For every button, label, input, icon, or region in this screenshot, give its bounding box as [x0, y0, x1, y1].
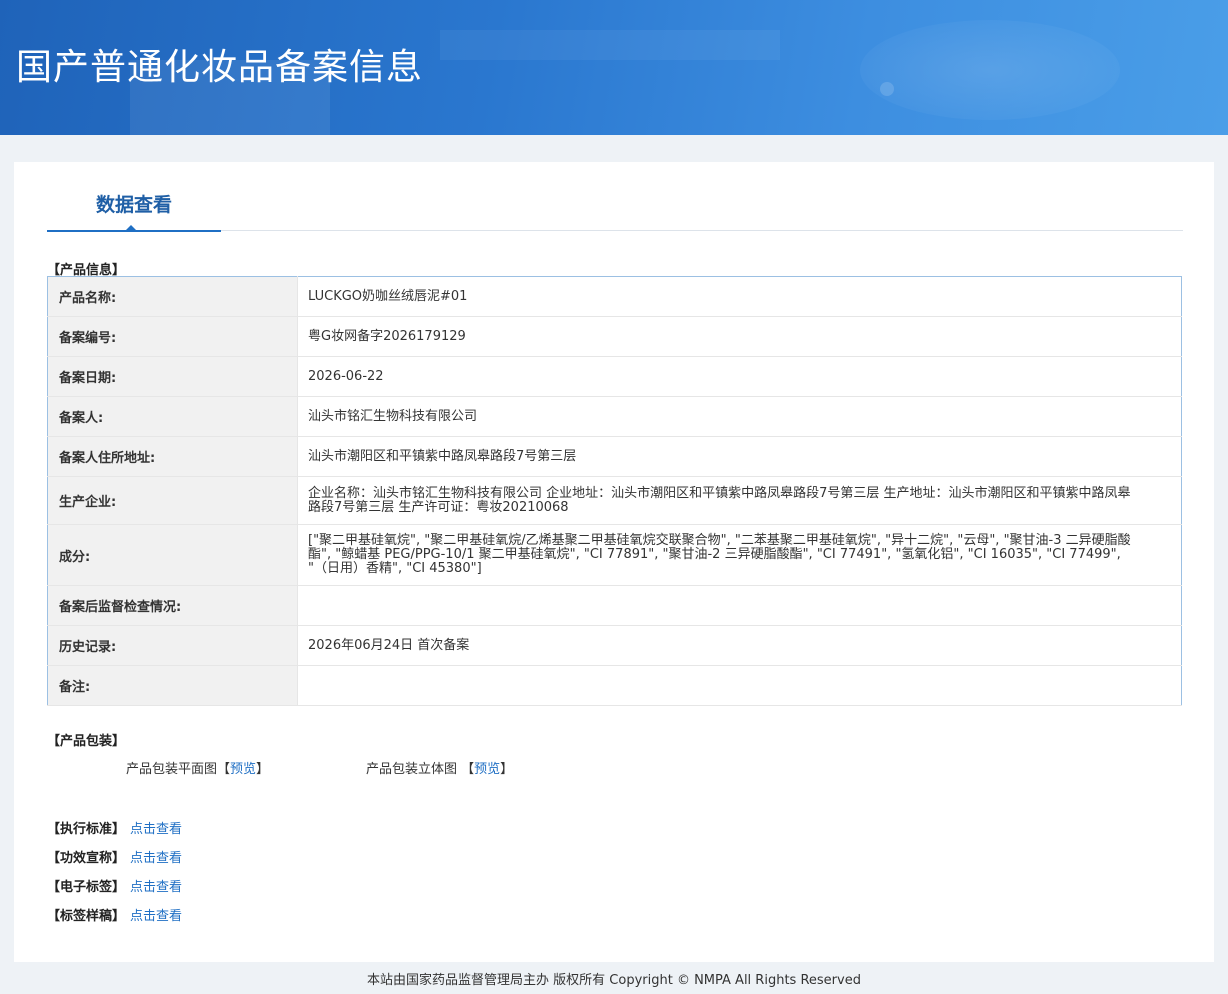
e-label-item: 【电子标签】 点击查看 — [47, 876, 182, 895]
row-value — [297, 665, 1182, 706]
packaging-heading: 【产品包装】 — [47, 734, 126, 749]
standard-label: 【执行标准】 — [47, 822, 126, 837]
efficacy-view-link[interactable]: 点击查看 — [130, 851, 182, 866]
package-solid-item: 产品包装立体图 【预览】 — [366, 758, 513, 777]
package-flat-preview-link[interactable]: 预览 — [230, 762, 256, 777]
tab-active-indicator — [124, 225, 138, 232]
row-key: 成分: — [47, 524, 298, 586]
label-draft-label: 【标签样稿】 — [47, 909, 126, 924]
row-key: 备案人: — [47, 396, 298, 437]
efficacy-item: 【功效宣称】 点击查看 — [47, 847, 182, 866]
row-value: 2026-06-22 — [297, 356, 1182, 397]
row-value — [297, 585, 1182, 626]
bracket-open: 【 — [461, 762, 475, 777]
table-row: 产品名称: LUCKGO奶咖丝绒唇泥#01 — [47, 276, 1182, 317]
main-panel: 数据查看 【产品信息】 产品名称: LUCKGO奶咖丝绒唇泥#01 备案编号: … — [14, 162, 1214, 962]
row-value: 企业名称：汕头市铭汇生物科技有限公司 企业地址：汕头市潮阳区和平镇紫中路凤皋路段… — [297, 476, 1182, 525]
row-key: 备案日期: — [47, 356, 298, 397]
header-decoration — [860, 20, 1120, 120]
table-row: 备案人住所地址: 汕头市潮阳区和平镇紫中路凤皋路段7号第三层 — [47, 436, 1182, 477]
row-key: 备案编号: — [47, 316, 298, 357]
row-key: 备案人住所地址: — [47, 436, 298, 477]
row-value: ["聚二甲基硅氧烷", "聚二甲基硅氧烷/乙烯基聚二甲基硅氧烷交联聚合物", "… — [297, 524, 1182, 586]
tab-divider — [221, 230, 1183, 231]
header-decoration — [880, 82, 894, 96]
bracket-open: 【 — [217, 762, 231, 777]
row-value: 2026年06月24日 首次备案 — [297, 625, 1182, 666]
row-key: 生产企业: — [47, 476, 298, 525]
package-flat-label: 产品包装平面图 — [126, 762, 218, 777]
e-label-view-link[interactable]: 点击查看 — [130, 880, 182, 895]
row-key: 历史记录: — [47, 625, 298, 666]
table-row: 备案人: 汕头市铭汇生物科技有限公司 — [47, 396, 1182, 437]
package-solid-label: 产品包装立体图 — [366, 762, 462, 777]
row-key: 备注: — [47, 665, 298, 706]
header-decoration — [440, 30, 780, 60]
e-label-label: 【电子标签】 — [47, 880, 126, 895]
row-value: 粤G妆网备字2026179129 — [297, 316, 1182, 357]
product-info-table: 产品名称: LUCKGO奶咖丝绒唇泥#01 备案编号: 粤G妆网备字202617… — [47, 276, 1182, 706]
row-value: 汕头市铭汇生物科技有限公司 — [297, 396, 1182, 437]
tab-data-view[interactable]: 数据查看 — [47, 180, 221, 232]
table-row: 备案编号: 粤G妆网备字2026179129 — [47, 316, 1182, 357]
table-row: 成分: ["聚二甲基硅氧烷", "聚二甲基硅氧烷/乙烯基聚二甲基硅氧烷交联聚合物… — [47, 524, 1182, 586]
row-value: 汕头市潮阳区和平镇紫中路凤皋路段7号第三层 — [297, 436, 1182, 477]
table-row: 生产企业: 企业名称：汕头市铭汇生物科技有限公司 企业地址：汕头市潮阳区和平镇紫… — [47, 476, 1182, 525]
footer-copyright: 本站由国家药品监督管理局主办 版权所有 Copyright © NMPA All… — [367, 973, 861, 988]
standard-view-link[interactable]: 点击查看 — [130, 822, 182, 837]
site-header: 国产普通化妆品备案信息 — [0, 0, 1228, 135]
row-key: 产品名称: — [47, 276, 298, 317]
row-key: 备案后监督检查情况: — [47, 585, 298, 626]
label-draft-view-link[interactable]: 点击查看 — [130, 909, 182, 924]
package-flat-item: 产品包装平面图【预览】 — [126, 758, 269, 777]
table-row: 备案日期: 2026-06-22 — [47, 356, 1182, 397]
table-row: 备注: — [47, 665, 1182, 706]
bracket-close: 】 — [256, 762, 270, 777]
standard-item: 【执行标准】 点击查看 — [47, 818, 182, 837]
tab-label: 数据查看 — [95, 194, 172, 216]
table-row: 备案后监督检查情况: — [47, 585, 1182, 626]
table-row: 历史记录: 2026年06月24日 首次备案 — [47, 625, 1182, 666]
efficacy-label: 【功效宣称】 — [47, 851, 126, 866]
bracket-close: 】 — [500, 762, 514, 777]
label-draft-item: 【标签样稿】 点击查看 — [47, 905, 182, 924]
site-title: 国产普通化妆品备案信息 — [16, 47, 424, 88]
row-value: LUCKGO奶咖丝绒唇泥#01 — [297, 276, 1182, 317]
package-solid-preview-link[interactable]: 预览 — [474, 762, 500, 777]
